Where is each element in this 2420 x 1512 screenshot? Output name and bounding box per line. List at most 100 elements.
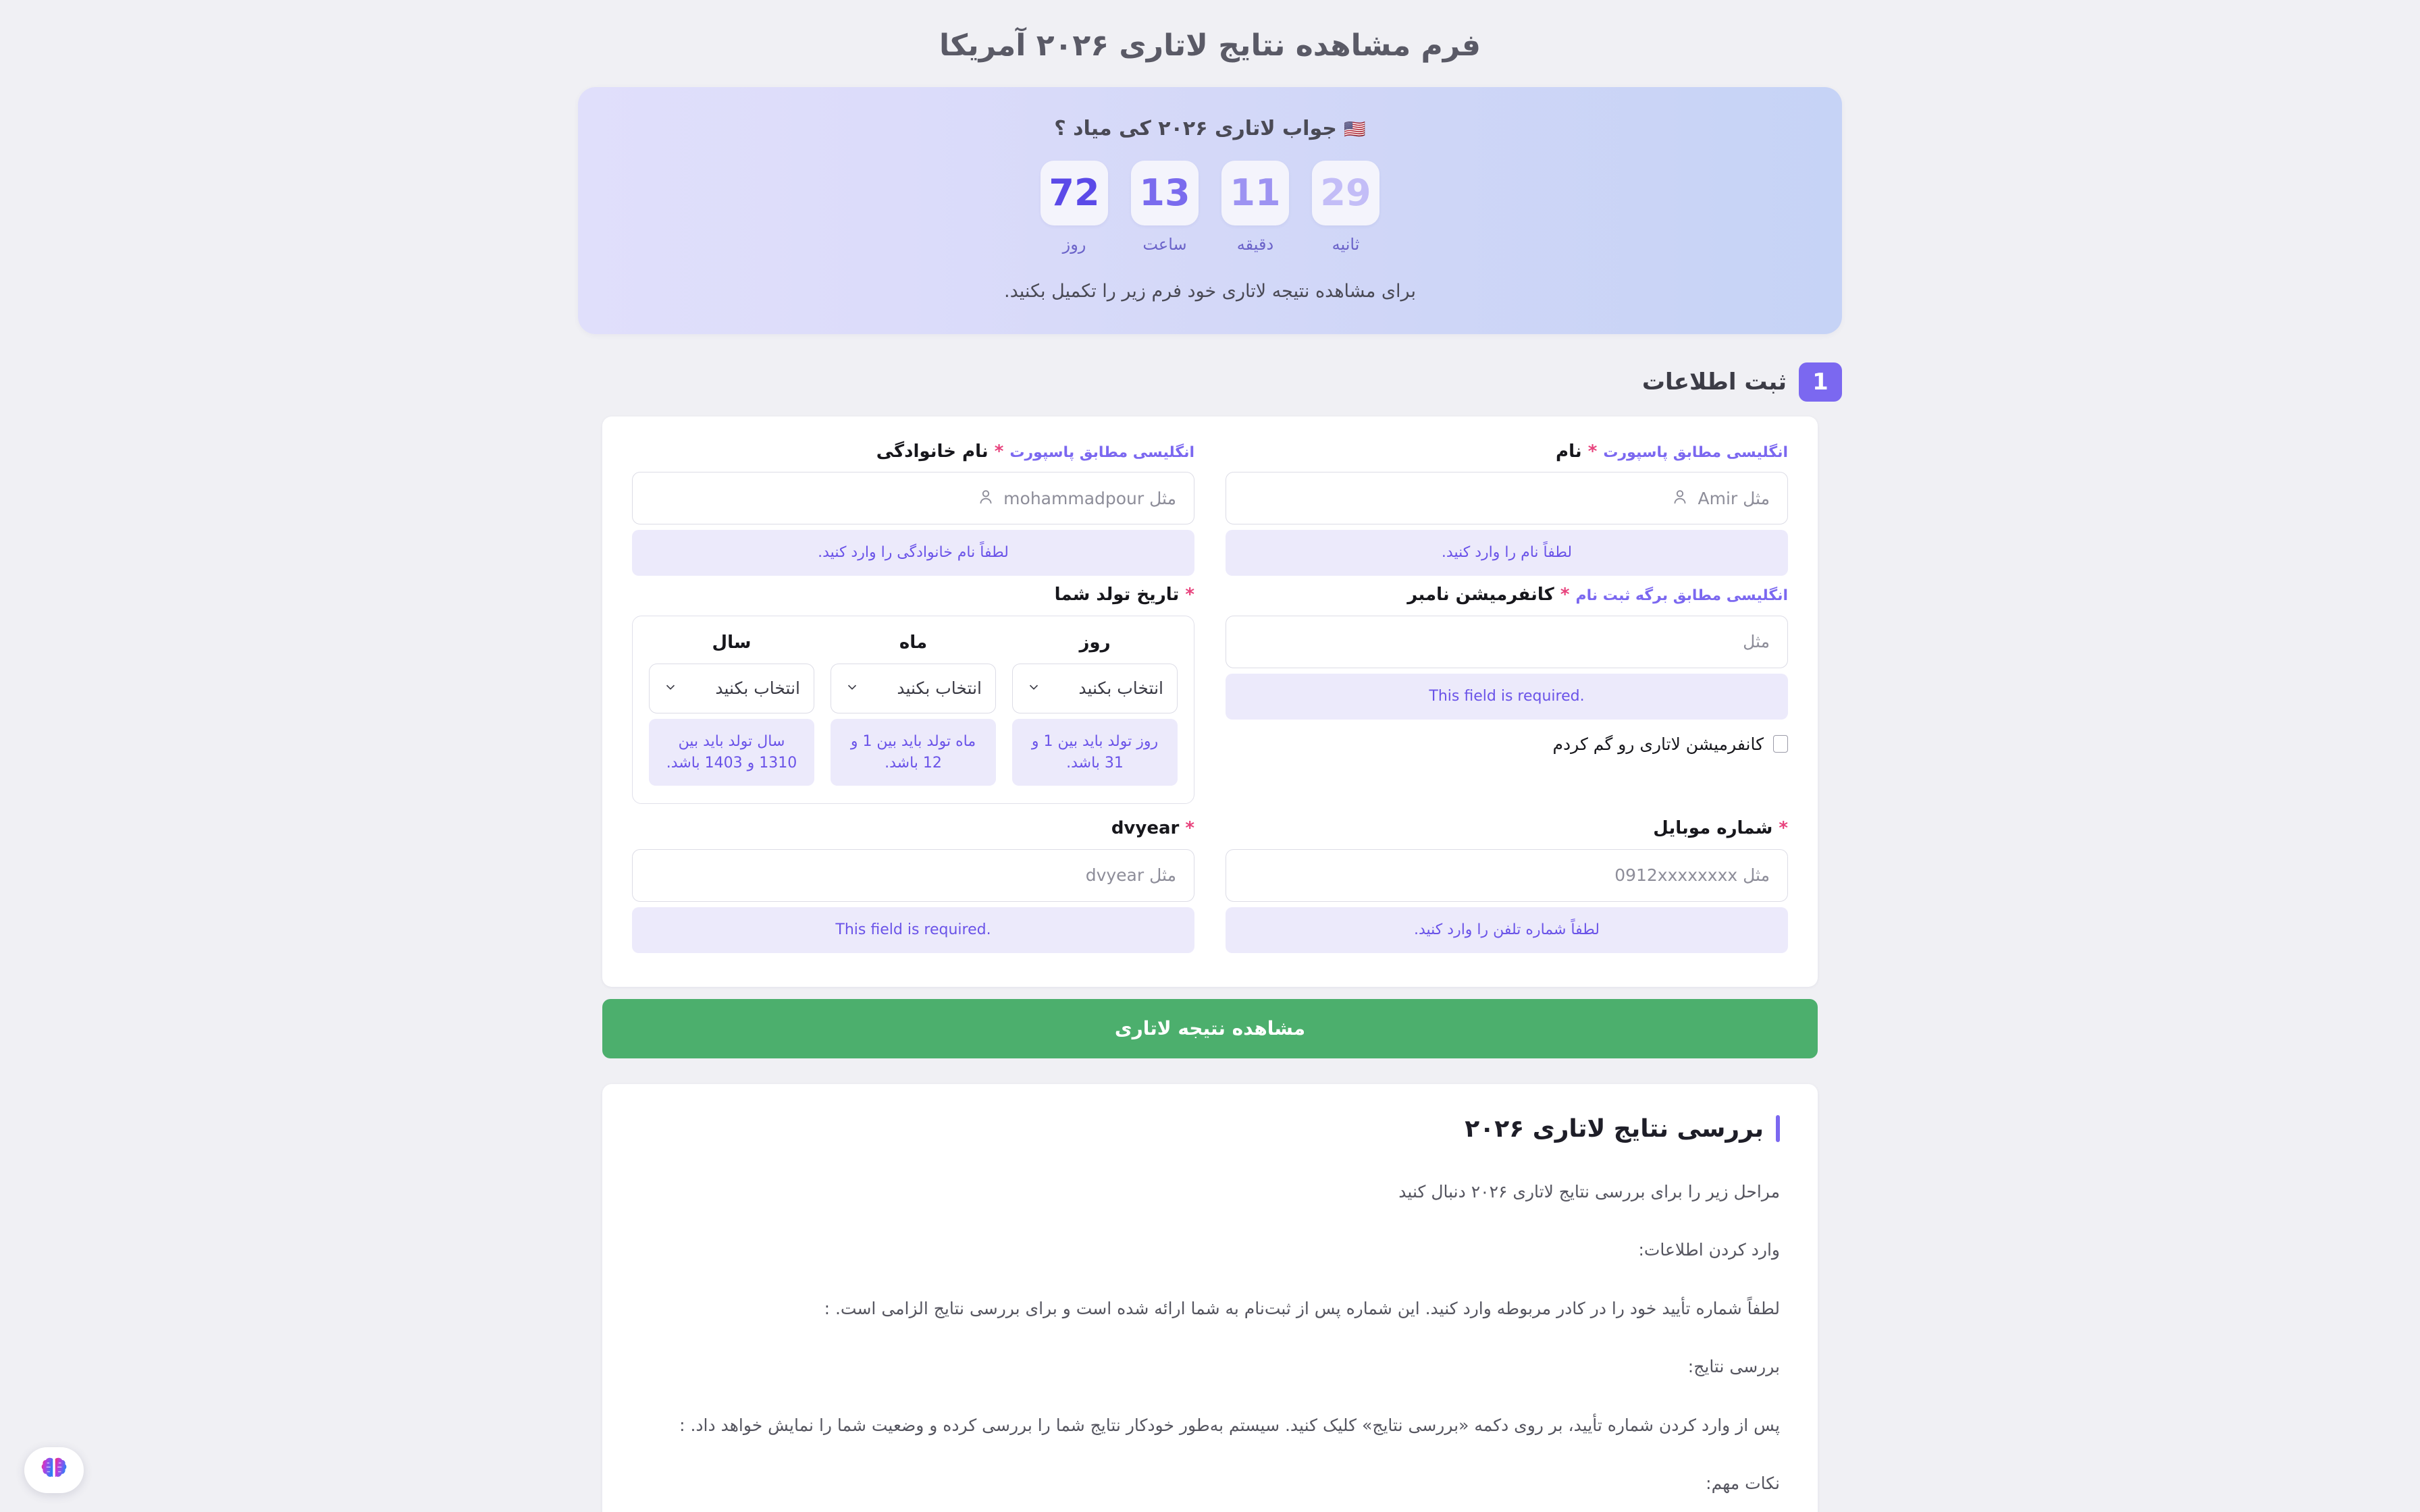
countdown-value-minutes: 11 [1230, 171, 1281, 214]
confirmation-number-placeholder: مثل [1743, 632, 1770, 652]
mobile-label: * شماره موبایل [1226, 816, 1788, 840]
article-paragraph: مراحل زیر را برای بررسی نتایج لاتاری ۲۰۲… [1398, 1181, 1780, 1202]
birth-date-day-select[interactable]: انتخاب بکنید [1012, 663, 1178, 713]
article-paragraph: لطفاً شماره تأیید خود را در کادر مربوطه … [824, 1298, 1780, 1318]
countdown-unit-minutes: 11 دقیقه [1219, 161, 1292, 254]
last-name-placeholder: مثل mohammadpour [1003, 488, 1176, 508]
article-paragraph: پس از وارد کردن شماره تأیید، بر روی دکمه… [679, 1415, 1780, 1435]
step-number-badge: 1 [1799, 362, 1842, 402]
article-paragraph: وارد کردن اطلاعات: [1638, 1240, 1780, 1260]
countdown-timer: 72 روز 13 ساعت 11 دقیقه 29 ثانیه [605, 161, 1815, 254]
birth-date-month-column: ماه انتخاب بکنید ماه تولد باید بین 1 و 1… [831, 632, 996, 786]
dvyear-label: * dvyear [632, 816, 1194, 840]
field-group-first-name: انگلیسی مطابق پاسپورت * نام مثل Amir لطف… [1226, 439, 1788, 576]
last-name-label-text: نام خانوادگی [876, 441, 989, 462]
ai-assistant-widget[interactable] [24, 1447, 84, 1493]
brain-icon [40, 1456, 68, 1484]
article-card: بررسی نتایج لاتاری ۲۰۲۶ مراحل زیر را برا… [602, 1083, 1818, 1512]
countdown-box-hours: 13 [1131, 161, 1199, 225]
birth-date-day-value: انتخاب بکنید [1078, 678, 1163, 699]
birth-date-year-value: انتخاب بکنید [715, 678, 800, 699]
birth-date-day-label: روز [1079, 632, 1111, 653]
countdown-unit-days: 72 روز [1038, 161, 1111, 254]
countdown-value-hours: 13 [1139, 171, 1190, 214]
registration-form-card: انگلیسی مطابق پاسپورت * نام مثل Amir لطف… [602, 416, 1818, 987]
last-name-hint: انگلیسی مطابق پاسپورت [1009, 444, 1194, 461]
countdown-value-days: 72 [1049, 171, 1100, 214]
last-name-label: انگلیسی مطابق پاسپورت * نام خانوادگی [632, 439, 1194, 464]
countdown-box-days: 72 [1041, 161, 1108, 225]
dvyear-input[interactable]: مثل dvyear [632, 848, 1194, 902]
birth-date-label: * تاریخ تولد شما [632, 583, 1194, 607]
confirmation-number-label: انگلیسی مطابق برگه ثبت نام * کانفرمیشن ن… [1226, 583, 1788, 607]
last-name-required-star: * [994, 441, 1004, 462]
chevron-down-icon [663, 680, 678, 697]
confirmation-number-required-star: * [1560, 585, 1570, 605]
lost-confirmation-checkbox[interactable] [1773, 735, 1788, 753]
banner-question-text: 🇺🇸 جواب لاتاری ۲۰۲۶ کی میاد ؟ [605, 117, 1815, 140]
first-name-error: لطفاً نام را وارد کنید. [1226, 530, 1788, 576]
article-paragraph: بررسی نتایج: [1687, 1357, 1780, 1377]
dvyear-error: This field is required. [632, 907, 1194, 953]
birth-date-month-value: انتخاب بکنید [897, 678, 982, 699]
first-name-label-text: نام [1556, 441, 1582, 462]
us-flag-icon: 🇺🇸 [1344, 119, 1366, 140]
birth-date-day-error: روز تولد باید بین 1 و 31 باشد. [1012, 718, 1178, 786]
banner-question-label: جواب لاتاری ۲۰۲۶ کی میاد ؟ [1054, 117, 1337, 140]
lost-confirmation-checkbox-row[interactable]: کانفرمیشن لاتاری رو گم کردم [1226, 734, 1788, 754]
birth-date-month-error: ماه تولد باید بین 1 و 12 باشد. [831, 718, 996, 786]
birth-date-year-select[interactable]: انتخاب بکنید [649, 663, 814, 713]
heading-accent-bar [1776, 1115, 1780, 1143]
confirmation-number-input[interactable]: مثل [1226, 615, 1788, 668]
submit-lottery-result-button[interactable]: مشاهده نتیجه لاتاری [602, 998, 1818, 1058]
first-name-required-star: * [1587, 441, 1598, 462]
mobile-required-star: * [1779, 818, 1788, 839]
birth-date-year-error: سال تولد باید بین 1310 و 1403 باشد. [649, 718, 814, 786]
field-group-dvyear: * dvyear مثل dvyear This field is requir… [632, 816, 1194, 953]
countdown-box-seconds: 29 [1312, 161, 1379, 225]
mobile-label-text: شماره موبایل [1653, 818, 1773, 839]
banner-subtitle: برای مشاهده نتیجه لاتاری خود فرم زیر را … [1004, 281, 1416, 302]
mobile-placeholder: مثل 0912xxxxxxxx [1614, 865, 1770, 886]
article-heading: بررسی نتایج لاتاری ۲۰۲۶ [640, 1115, 1780, 1143]
mobile-input[interactable]: مثل 0912xxxxxxxx [1226, 848, 1788, 902]
person-icon [1671, 487, 1689, 509]
countdown-unit-seconds: 29 ثانیه [1309, 161, 1382, 254]
page-root: فرم مشاهده نتایج لاتاری ۲۰۲۶ آمریکا 🇺🇸 ج… [0, 0, 2420, 1512]
birth-date-month-select[interactable]: انتخاب بکنید [831, 663, 996, 713]
field-group-last-name: انگلیسی مطابق پاسپورت * نام خانوادگی مثل… [632, 439, 1194, 576]
chevron-down-icon [1026, 680, 1041, 697]
dvyear-placeholder: مثل dvyear [1085, 865, 1176, 886]
person-icon [976, 487, 995, 509]
article-paragraph: نکات مهم: [1706, 1474, 1780, 1494]
birth-date-required-star: * [1185, 585, 1194, 605]
step-header: 1 ثبت اطلاعات [578, 362, 1842, 402]
first-name-hint: انگلیسی مطابق پاسپورت [1603, 444, 1788, 461]
first-name-label: انگلیسی مطابق پاسپورت * نام [1226, 439, 1788, 464]
dvyear-label-text: dvyear [1111, 818, 1180, 839]
field-group-birth-date: * تاریخ تولد شما روز انتخاب بکنید روز تو… [632, 583, 1194, 805]
field-group-confirmation-number: انگلیسی مطابق برگه ثبت نام * کانفرمیشن ن… [1226, 583, 1788, 804]
countdown-banner: 🇺🇸 جواب لاتاری ۲۰۲۶ کی میاد ؟ 72 روز 13 … [578, 87, 1842, 334]
dvyear-required-star: * [1185, 818, 1194, 839]
countdown-box-minutes: 11 [1221, 161, 1289, 225]
last-name-input[interactable]: مثل mohammadpour [632, 472, 1194, 525]
step-title: ثبت اطلاعات [1641, 369, 1787, 396]
form-row-mobile-dvyear: * شماره موبایل مثل 0912xxxxxxxx لطفاً شم… [632, 816, 1788, 953]
mobile-error: لطفاً شماره تلفن را وارد کنید. [1226, 907, 1788, 953]
lost-confirmation-label: کانفرمیشن لاتاری رو گم کردم [1552, 734, 1764, 754]
countdown-unit-hours: 13 ساعت [1128, 161, 1201, 254]
article-title: بررسی نتایج لاتاری ۲۰۲۶ [1465, 1114, 1764, 1143]
last-name-error: لطفاً نام خانوادگی را وارد کنید. [632, 530, 1194, 576]
birth-date-year-label: سال [712, 632, 752, 653]
confirmation-number-hint: انگلیسی مطابق برگه ثبت نام [1575, 587, 1789, 605]
first-name-input[interactable]: مثل Amir [1226, 472, 1788, 525]
countdown-value-seconds: 29 [1320, 171, 1371, 214]
countdown-label-days: روز [1062, 235, 1086, 254]
birth-date-group: روز انتخاب بکنید روز تولد باید بین 1 و 3… [632, 615, 1194, 805]
chevron-down-icon [845, 680, 860, 697]
confirmation-number-label-text: کانفرمیشن نامبر [1407, 585, 1554, 605]
form-row-names: انگلیسی مطابق پاسپورت * نام مثل Amir لطف… [632, 439, 1788, 576]
first-name-placeholder: مثل Amir [1698, 488, 1770, 508]
form-row-confirmation-birthdate: انگلیسی مطابق برگه ثبت نام * کانفرمیشن ن… [632, 583, 1788, 805]
